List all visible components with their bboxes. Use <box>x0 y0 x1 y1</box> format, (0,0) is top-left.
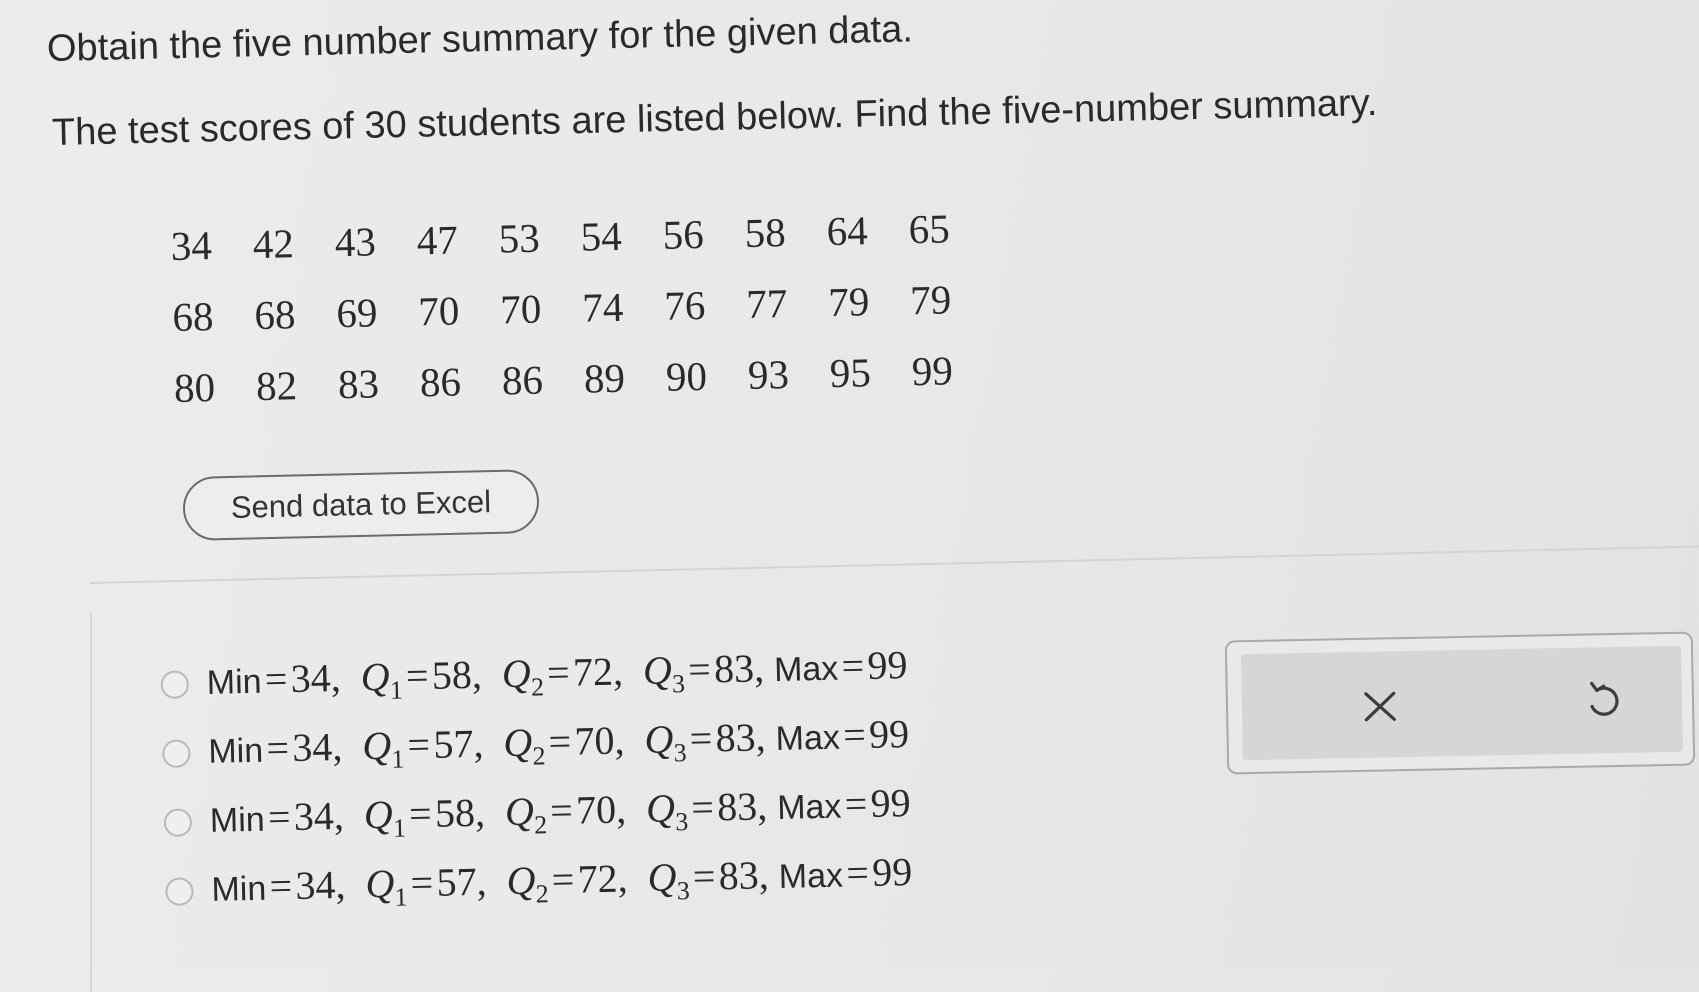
data-value: 64 <box>826 206 869 254</box>
section-divider <box>89 544 1699 584</box>
answer-option-label: Min = 34, Q1 = 57, Q2 = 72, Q3 = 83, Max… <box>211 848 913 912</box>
answer-option-label: Min = 34, Q1 = 58, Q2 = 72, Q3 = 83, Max… <box>206 642 908 705</box>
data-value: 82 <box>255 361 298 409</box>
data-value: 93 <box>747 350 790 398</box>
undo-icon <box>1590 681 1619 716</box>
x-icon <box>1364 691 1396 722</box>
data-value: 53 <box>498 214 541 262</box>
data-value: 74 <box>581 283 624 331</box>
data-value: 79 <box>827 277 870 325</box>
data-value: 70 <box>417 286 460 334</box>
data-value: 86 <box>501 356 544 404</box>
data-value: 56 <box>662 210 705 258</box>
data-value: 99 <box>911 346 954 394</box>
answer-options: Min = 34, Q1 = 58, Q2 = 72, Q3 = 83, Max… <box>160 633 913 926</box>
data-value: 79 <box>909 275 952 323</box>
question-description: The test scores of 30 students are liste… <box>51 81 1378 154</box>
undo-button[interactable] <box>1571 669 1636 734</box>
answer-action-panel <box>1224 631 1696 775</box>
data-value: 43 <box>334 217 377 265</box>
data-value: 83 <box>337 359 380 407</box>
action-panel-background <box>1241 645 1683 761</box>
data-value: 80 <box>173 363 216 411</box>
radio-button[interactable] <box>162 738 191 768</box>
data-value: 86 <box>419 357 462 405</box>
radio-button[interactable] <box>160 669 190 699</box>
radio-button[interactable] <box>165 876 194 906</box>
data-value: 47 <box>416 215 459 263</box>
question-title: Obtain the five number summary for the g… <box>46 8 914 70</box>
radio-button[interactable] <box>163 807 193 837</box>
data-value: 34 <box>170 221 213 269</box>
data-value: 68 <box>171 292 214 340</box>
data-value: 42 <box>252 219 295 267</box>
data-value: 70 <box>499 285 542 333</box>
answer-option-label: Min = 34, Q1 = 57, Q2 = 70, Q3 = 83, Max… <box>207 711 910 774</box>
data-table: 34 42 43 47 53 54 56 58 64 65 68 68 69 7… <box>170 191 995 423</box>
data-value: 54 <box>580 212 623 260</box>
answer-option-label: Min = 34, Q1 = 58, Q2 = 70, Q3 = 83, Max… <box>209 780 912 843</box>
data-value: 95 <box>829 348 872 396</box>
answer-area-border <box>90 612 92 992</box>
data-value: 68 <box>253 290 296 338</box>
data-value: 89 <box>583 354 626 402</box>
data-value: 76 <box>663 281 706 329</box>
send-data-to-excel-button[interactable]: Send data to Excel <box>182 468 540 542</box>
data-value: 90 <box>665 352 708 400</box>
data-value: 58 <box>744 208 787 256</box>
data-value: 69 <box>335 288 378 336</box>
data-value: 65 <box>908 204 951 252</box>
data-value: 77 <box>745 279 788 327</box>
clear-answer-button[interactable] <box>1347 673 1412 738</box>
